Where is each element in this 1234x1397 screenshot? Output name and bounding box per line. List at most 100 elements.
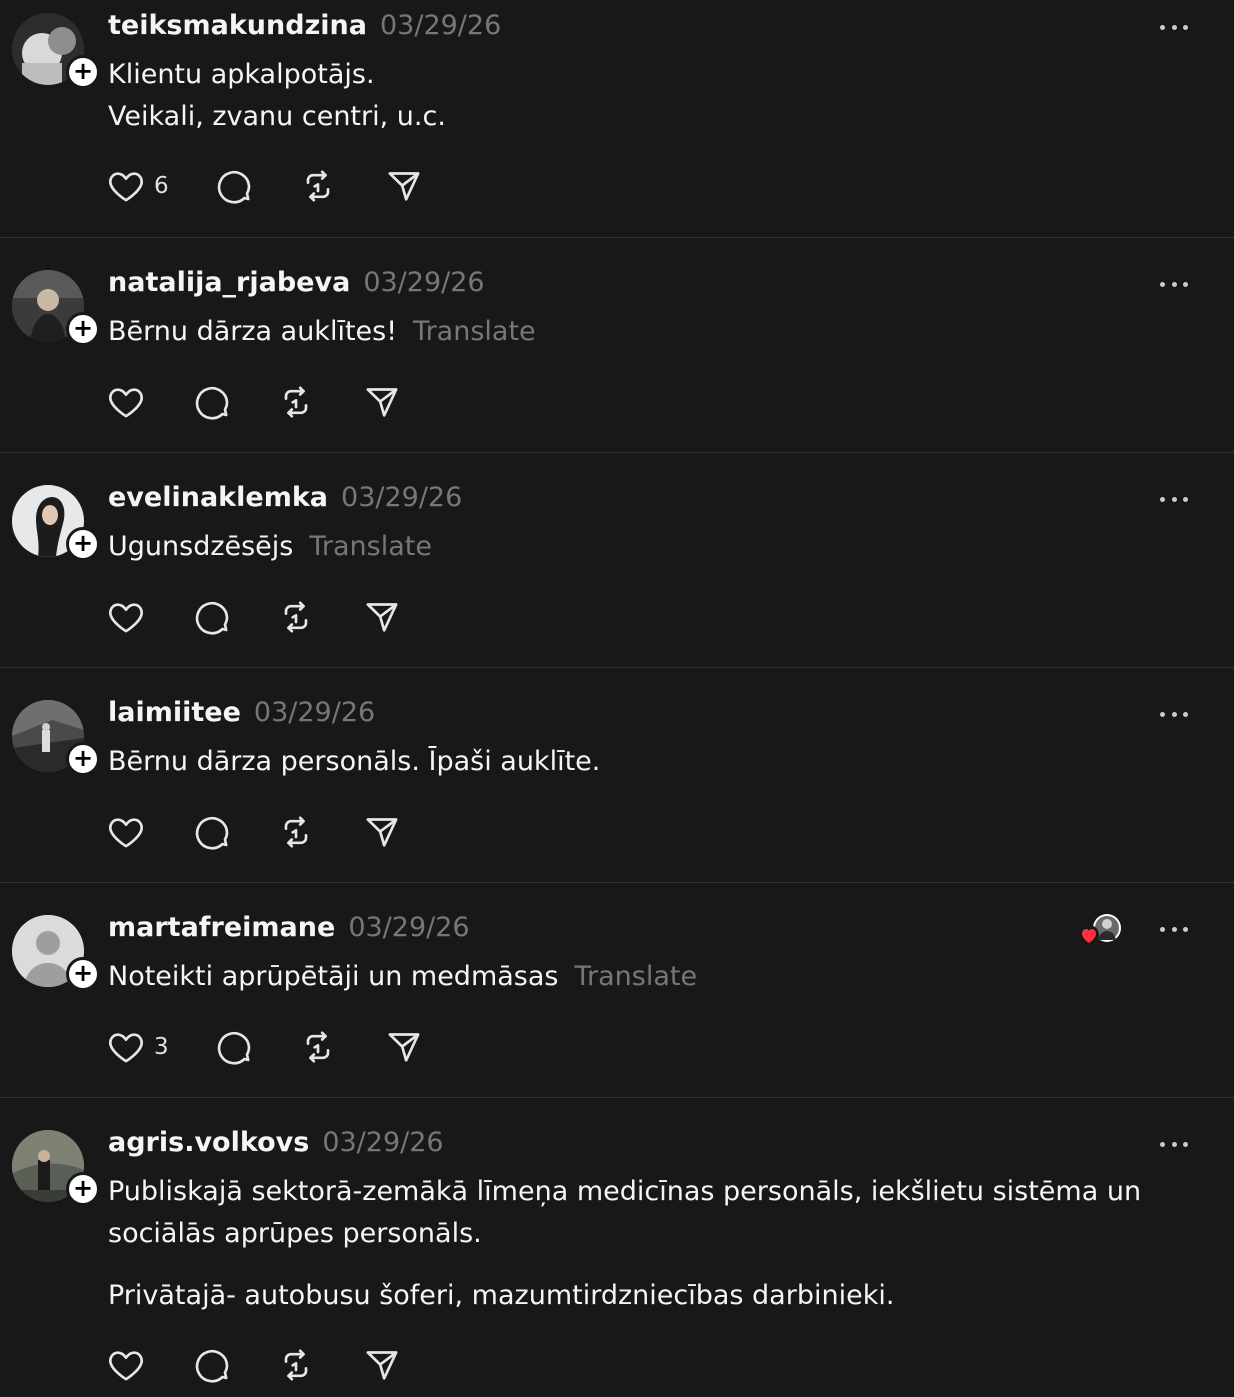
post-line: Privātajā- autobusu šoferi, mazumtirdzni… — [108, 1280, 895, 1311]
more-options-button[interactable] — [1158, 1134, 1190, 1154]
like-button[interactable] — [106, 597, 146, 637]
comment-icon — [195, 601, 229, 635]
send-icon — [366, 603, 398, 632]
username[interactable]: martafreimane — [108, 912, 335, 943]
heart-icon — [109, 603, 143, 633]
post: + agris.volkovs 03/29/26 Publiskajā sekt… — [0, 1098, 1234, 1397]
username[interactable]: natalija_rjabeva — [108, 267, 350, 298]
repost-button[interactable] — [276, 812, 316, 852]
post-header: martafreimane 03/29/26 — [108, 912, 470, 946]
comment-icon — [195, 386, 229, 420]
translate-link[interactable]: Translate — [574, 961, 697, 992]
follow-button[interactable]: + — [66, 1172, 100, 1206]
timestamp[interactable]: 03/29/26 — [363, 267, 484, 298]
repost-button[interactable] — [276, 1345, 316, 1385]
send-icon — [366, 818, 398, 847]
avatar-wrap: + — [12, 700, 100, 776]
post-line: sociālās aprūpes personāls. — [108, 1218, 482, 1249]
repost-button[interactable] — [276, 382, 316, 422]
reply-button[interactable] — [214, 166, 254, 206]
translate-link[interactable]: Translate — [413, 316, 536, 347]
like-count: 3 — [154, 1034, 169, 1060]
more-icon — [1160, 1141, 1165, 1147]
liked-by-indicator[interactable] — [1078, 913, 1124, 947]
share-button[interactable] — [384, 1027, 424, 1067]
follow-button[interactable]: + — [66, 312, 100, 346]
post-header: laimiitee 03/29/26 — [108, 697, 375, 731]
avatar-wrap: + — [12, 1130, 100, 1206]
share-button[interactable] — [362, 382, 402, 422]
comment-icon — [195, 1349, 229, 1383]
plus-icon: + — [72, 744, 94, 772]
more-options-button[interactable] — [1158, 489, 1190, 509]
post: + evelinaklemka 03/29/26 Ugunsdzēsējs Tra… — [0, 453, 1234, 668]
like-count: 6 — [154, 173, 169, 199]
post: + martafreimane 03/29/26 Noteikti aprūpē… — [0, 883, 1234, 1098]
username[interactable]: teiksmakundzina — [108, 10, 367, 41]
heart-icon — [109, 1351, 143, 1381]
post-header: evelinaklemka 03/29/26 — [108, 482, 462, 516]
more-options-button[interactable] — [1158, 274, 1190, 294]
comment-icon — [217, 1031, 251, 1065]
heart-icon — [109, 1033, 143, 1063]
username[interactable]: laimiitee — [108, 697, 241, 728]
more-options-button[interactable] — [1158, 919, 1190, 939]
plus-icon: + — [72, 959, 94, 987]
like-button[interactable]: 3 — [106, 1027, 169, 1067]
follow-button[interactable]: + — [66, 527, 100, 561]
share-button[interactable] — [362, 597, 402, 637]
timestamp[interactable]: 03/29/26 — [341, 482, 462, 513]
like-button[interactable] — [106, 812, 146, 852]
reply-button[interactable] — [192, 812, 232, 852]
username[interactable]: agris.volkovs — [108, 1127, 309, 1158]
timestamp[interactable]: 03/29/26 — [348, 912, 469, 943]
heart-icon — [109, 818, 143, 848]
like-button[interactable]: 6 — [106, 166, 169, 206]
repost-button[interactable] — [298, 166, 338, 206]
heart-icon — [109, 172, 143, 202]
reply-button[interactable] — [192, 1345, 232, 1385]
post-header: teiksmakundzina 03/29/26 — [108, 10, 501, 44]
post-body: Ugunsdzēsējs Translate — [108, 526, 432, 568]
post-header: agris.volkovs 03/29/26 — [108, 1127, 444, 1161]
repost-icon — [284, 1349, 308, 1381]
follow-button[interactable]: + — [66, 55, 100, 89]
username[interactable]: evelinaklemka — [108, 482, 328, 513]
more-icon — [1160, 926, 1165, 932]
timestamp[interactable]: 03/29/26 — [322, 1127, 443, 1158]
share-button[interactable] — [384, 166, 424, 206]
more-options-button[interactable] — [1158, 17, 1190, 37]
send-icon — [388, 172, 420, 201]
repost-button[interactable] — [276, 597, 316, 637]
like-button[interactable] — [106, 1345, 146, 1385]
translate-link[interactable]: Translate — [309, 531, 432, 562]
comment-icon — [217, 170, 251, 204]
share-button[interactable] — [362, 812, 402, 852]
plus-icon: + — [72, 57, 94, 85]
repost-icon — [284, 816, 308, 848]
follow-button[interactable]: + — [66, 742, 100, 776]
heart-icon — [109, 388, 143, 418]
more-icon — [1160, 24, 1165, 30]
more-options-button[interactable] — [1158, 704, 1190, 724]
post-line: Veikali, zvanu centri, u.c. — [108, 101, 446, 132]
timestamp[interactable]: 03/29/26 — [254, 697, 375, 728]
send-icon — [366, 1351, 398, 1380]
send-icon — [366, 388, 398, 417]
timestamp[interactable]: 03/29/26 — [380, 10, 501, 41]
more-icon — [1160, 281, 1165, 287]
plus-icon: + — [72, 314, 94, 342]
post-line: Bērnu dārza auklītes! — [108, 316, 398, 347]
reply-button[interactable] — [192, 597, 232, 637]
more-icon — [1160, 496, 1165, 502]
post: + natalija_rjabeva 03/29/26 Bērnu dārza … — [0, 238, 1234, 453]
share-button[interactable] — [362, 1345, 402, 1385]
repost-icon — [306, 170, 330, 202]
plus-icon: + — [72, 1174, 94, 1202]
reply-button[interactable] — [214, 1027, 254, 1067]
reply-button[interactable] — [192, 382, 232, 422]
like-button[interactable] — [106, 382, 146, 422]
repost-button[interactable] — [298, 1027, 338, 1067]
avatar-wrap: + — [12, 13, 100, 89]
follow-button[interactable]: + — [66, 957, 100, 991]
